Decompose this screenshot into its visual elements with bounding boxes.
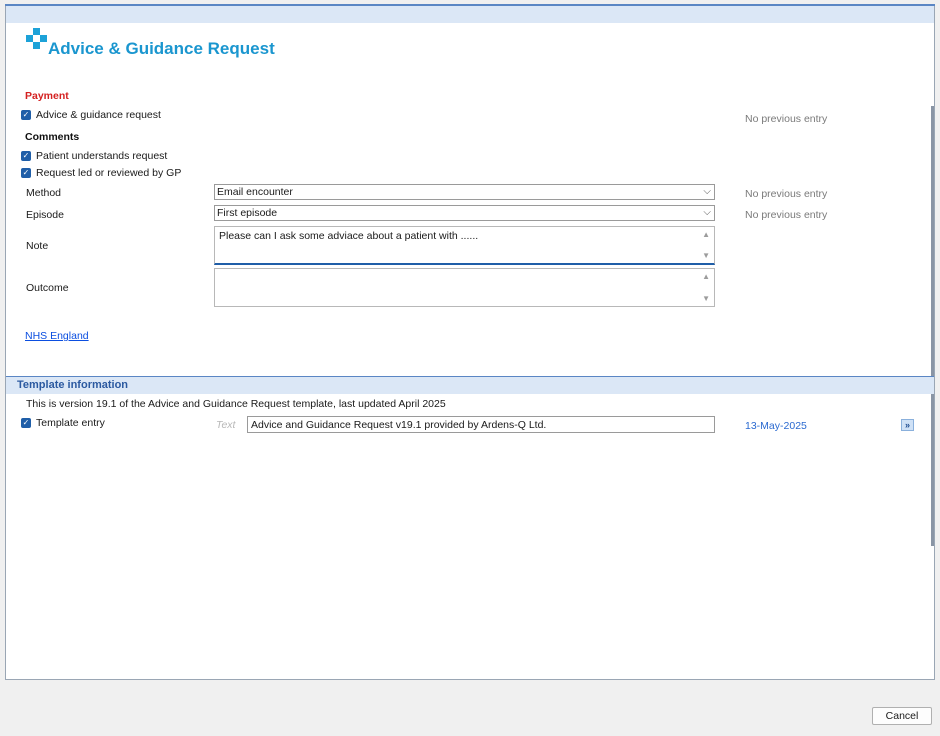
checkbox-label: Patient understands request bbox=[36, 150, 168, 162]
note-textarea[interactable]: Please can I ask some adviace about a pa… bbox=[214, 226, 715, 265]
logo-icon bbox=[26, 28, 47, 49]
dialog-window: Advice & Guidance Request Payment ✓ Advi… bbox=[5, 6, 935, 680]
entry-date: 13-May-2025 bbox=[745, 420, 807, 432]
checkbox-checked-icon[interactable]: ✓ bbox=[21, 418, 31, 428]
checkbox-checked-icon[interactable]: ✓ bbox=[21, 110, 31, 120]
note-label: Note bbox=[26, 240, 49, 252]
method-select[interactable]: Email encounter ⌵ bbox=[214, 184, 715, 200]
template-info-band bbox=[6, 376, 934, 394]
chevron-down-icon[interactable]: ⌵ bbox=[703, 186, 711, 197]
scroll-down-icon[interactable]: ▼ bbox=[702, 251, 710, 260]
template-entry-field[interactable]: Advice and Guidance Request v19.1 provid… bbox=[247, 416, 715, 433]
checkbox-label: Request led or reviewed by GP bbox=[36, 167, 182, 179]
chevron-down-icon[interactable]: ⌵ bbox=[703, 207, 711, 218]
checkbox-gp-reviewed[interactable]: ✓ Request led or reviewed by GP bbox=[21, 167, 181, 179]
header-band bbox=[6, 6, 934, 23]
cancel-button[interactable]: Cancel bbox=[872, 707, 932, 725]
comments-heading: Comments bbox=[25, 131, 80, 143]
nhs-england-link[interactable]: NHS England bbox=[25, 330, 89, 342]
outcome-label: Outcome bbox=[26, 282, 69, 294]
checkbox-label: Template entry bbox=[36, 417, 105, 429]
method-previous: No previous entry bbox=[745, 188, 828, 200]
method-label: Method bbox=[26, 187, 62, 199]
episode-select[interactable]: First episode ⌵ bbox=[214, 205, 715, 221]
method-value: Email encounter bbox=[217, 186, 293, 198]
scroll-down-icon[interactable]: ▼ bbox=[702, 294, 710, 303]
scroll-up-icon[interactable]: ▲ bbox=[702, 230, 710, 239]
payment-heading: Payment bbox=[25, 90, 69, 102]
template-info-heading: Template information bbox=[17, 379, 129, 391]
episode-value: First episode bbox=[217, 207, 278, 219]
double-chevron-right-icon[interactable]: » bbox=[901, 419, 914, 431]
checkbox-checked-icon[interactable]: ✓ bbox=[21, 151, 31, 161]
scrollbar[interactable] bbox=[931, 106, 934, 546]
checkbox-advice-guidance[interactable]: ✓ Advice & guidance request bbox=[21, 109, 161, 121]
episode-label: Episode bbox=[26, 209, 64, 221]
template-info-description: This is version 19.1 of the Advice and G… bbox=[26, 398, 446, 410]
checkbox-patient-understands[interactable]: ✓ Patient understands request bbox=[21, 150, 167, 162]
episode-previous: No previous entry bbox=[745, 209, 828, 221]
entry-type-hint: Text bbox=[216, 419, 236, 431]
checkbox-template-entry[interactable]: ✓ Template entry bbox=[21, 417, 105, 429]
checkbox-label: Advice & guidance request bbox=[36, 109, 161, 121]
checkbox-checked-icon[interactable]: ✓ bbox=[21, 168, 31, 178]
note-value: Please can I ask some adviace about a pa… bbox=[219, 230, 479, 242]
scroll-up-icon[interactable]: ▲ bbox=[702, 272, 710, 281]
template-entry-value: Advice and Guidance Request v19.1 provid… bbox=[251, 419, 547, 431]
outcome-textarea[interactable]: ▲ ▼ bbox=[214, 268, 715, 307]
previous-entry: No previous entry bbox=[745, 113, 828, 125]
page-title: Advice & Guidance Request bbox=[48, 39, 275, 58]
